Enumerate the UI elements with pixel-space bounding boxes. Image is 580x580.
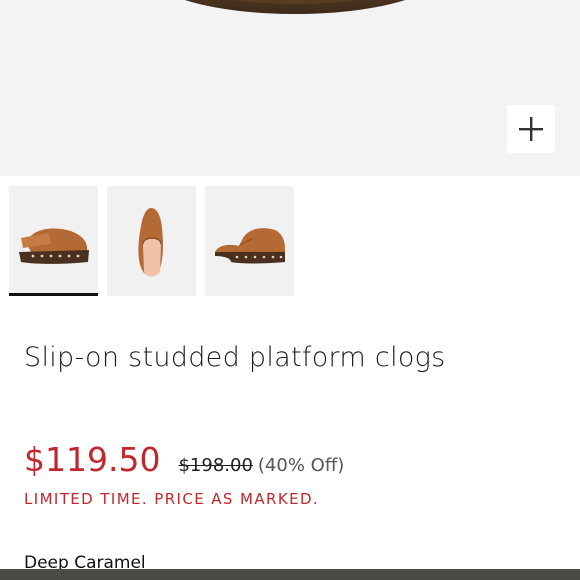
clog-top-image xyxy=(138,208,163,277)
thumbnail-2[interactable] xyxy=(107,186,196,296)
price-row: $119.50 $198.00 (40% Off) xyxy=(24,440,344,479)
clog-side-image xyxy=(19,228,89,264)
clog-profile-image xyxy=(215,228,285,264)
sale-price: $119.50 xyxy=(24,440,161,479)
thumbnail-1[interactable] xyxy=(9,186,98,296)
plus-icon xyxy=(519,117,543,141)
zoom-button[interactable] xyxy=(507,105,555,153)
product-title: Slip-on studded platform clogs xyxy=(24,342,446,373)
discount-label: (40% Off) xyxy=(257,455,345,476)
promo-message: LIMITED TIME. PRICE AS MARKED. xyxy=(24,490,320,508)
original-price: $198.00 xyxy=(178,455,253,476)
product-hero-image[interactable] xyxy=(0,0,580,176)
thumbnail-3[interactable] xyxy=(205,186,294,296)
bottom-bar xyxy=(0,569,580,580)
selected-thumbnail-indicator xyxy=(9,293,98,296)
